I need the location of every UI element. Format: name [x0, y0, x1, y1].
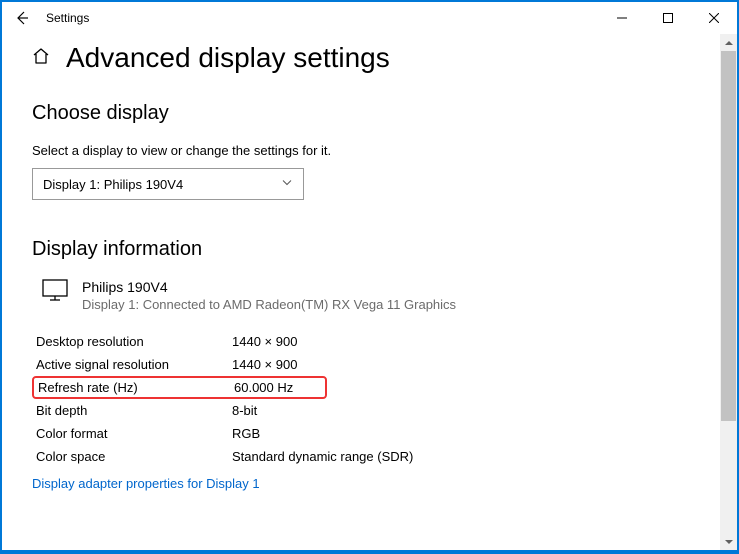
- info-label: Refresh rate (Hz): [34, 380, 234, 395]
- info-value: 60.000 Hz: [234, 380, 293, 395]
- vertical-scrollbar[interactable]: [720, 34, 737, 550]
- display-info-table: Desktop resolution 1440 × 900 Active sig…: [32, 330, 690, 468]
- page-header: Advanced display settings: [32, 42, 690, 74]
- scroll-thumb[interactable]: [721, 51, 736, 421]
- close-button[interactable]: [691, 2, 737, 34]
- content-area: Advanced display settings Choose display…: [2, 34, 720, 550]
- choose-display-subtext: Select a display to view or change the s…: [32, 143, 690, 158]
- maximize-button[interactable]: [645, 2, 691, 34]
- info-value: RGB: [232, 426, 260, 441]
- info-label: Active signal resolution: [32, 357, 232, 372]
- display-select-value: Display 1: Philips 190V4: [43, 177, 183, 192]
- display-name: Philips 190V4: [82, 279, 456, 295]
- window-title: Settings: [42, 11, 89, 25]
- home-icon[interactable]: [32, 47, 50, 70]
- scroll-down-button[interactable]: [720, 533, 737, 550]
- info-row-bit-depth: Bit depth 8-bit: [32, 399, 690, 422]
- info-value: 1440 × 900: [232, 357, 297, 372]
- info-label: Bit depth: [32, 403, 232, 418]
- page-title: Advanced display settings: [66, 42, 390, 74]
- chevron-down-icon: [281, 177, 293, 192]
- info-label: Color space: [32, 449, 232, 464]
- info-row-active-resolution: Active signal resolution 1440 × 900: [32, 353, 690, 376]
- window-controls: [599, 2, 737, 34]
- info-row-desktop-resolution: Desktop resolution 1440 × 900: [32, 330, 690, 353]
- minimize-button[interactable]: [599, 2, 645, 34]
- info-row-color-format: Color format RGB: [32, 422, 690, 445]
- info-label: Desktop resolution: [32, 334, 232, 349]
- display-adapter-link[interactable]: Display adapter properties for Display 1: [32, 476, 260, 491]
- back-button[interactable]: [2, 2, 42, 34]
- info-row-color-space: Color space Standard dynamic range (SDR): [32, 445, 690, 468]
- settings-window: Settings Advanced display settings Choos…: [2, 2, 737, 550]
- monitor-icon: [42, 279, 68, 306]
- info-row-refresh-rate: Refresh rate (Hz) 60.000 Hz: [32, 376, 327, 399]
- titlebar: Settings: [2, 2, 737, 34]
- info-value: 8-bit: [232, 403, 257, 418]
- display-header: Philips 190V4 Display 1: Connected to AM…: [42, 279, 690, 312]
- display-connection: Display 1: Connected to AMD Radeon(TM) R…: [82, 297, 456, 312]
- display-information-heading: Display information: [32, 238, 690, 261]
- info-value: 1440 × 900: [232, 334, 297, 349]
- display-select[interactable]: Display 1: Philips 190V4: [32, 168, 304, 200]
- info-label: Color format: [32, 426, 232, 441]
- scroll-up-button[interactable]: [720, 34, 737, 51]
- info-value: Standard dynamic range (SDR): [232, 449, 413, 464]
- choose-display-heading: Choose display: [32, 102, 690, 125]
